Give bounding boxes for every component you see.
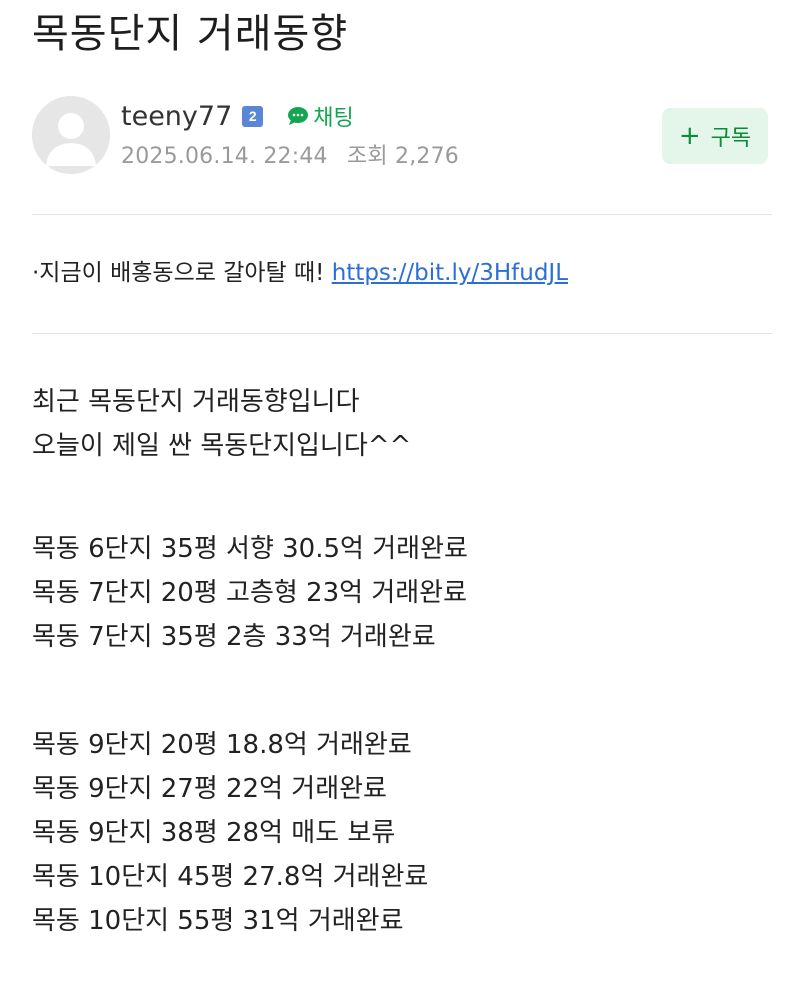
view-count: 조회 2,276 <box>346 144 460 169</box>
level-badge: 2 <box>242 105 264 127</box>
default-profile-icon <box>32 96 110 174</box>
plus-icon: + <box>678 121 701 151</box>
post-body: 최근 목동단지 거래동향입니다 오늘이 제일 싼 목동단지입니다^^ 목동 6단… <box>32 380 772 943</box>
author-bar: teeny77 2 채팅 2025.06.14. 22:44 조회 2,276 … <box>32 96 768 178</box>
body-line: 오늘이 제일 싼 목동단지입니다^^ <box>32 431 412 461</box>
avatar[interactable] <box>32 96 110 174</box>
chat-button[interactable]: 채팅 <box>287 100 354 132</box>
transaction-line: 목동 7단지 35평 2층 33억 거래완료 <box>32 622 436 652</box>
transaction-line: 목동 7단지 20평 고층형 23억 거래완료 <box>32 578 467 608</box>
promo-line: ·지금이 배홍동으로 갈아탈 때! https://bit.ly/3HfudJL <box>32 257 568 289</box>
body-line: 최근 목동단지 거래동향입니다 <box>32 387 360 417</box>
author-nickname[interactable]: teeny77 <box>121 101 232 132</box>
subscribe-button[interactable]: + 구독 <box>662 108 768 164</box>
post-page: 목동단지 거래동향 teeny77 2 채팅 2025.06.14. 22:44… <box>0 0 800 1000</box>
transaction-line: 목동 9단지 20평 18.8억 거래완료 <box>32 730 412 760</box>
transaction-line: 목동 9단지 38평 28억 매도 보류 <box>32 818 396 848</box>
post-date: 2025.06.14. 22:44 <box>121 144 328 169</box>
chat-label: 채팅 <box>313 106 354 131</box>
transaction-line: 목동 6단지 35평 서향 30.5억 거래완료 <box>32 534 468 564</box>
divider <box>32 333 772 334</box>
transaction-line: 목동 10단지 45평 27.8억 거래완료 <box>32 862 429 892</box>
post-meta: 2025.06.14. 22:44 조회 2,276 <box>121 138 459 170</box>
transaction-line: 목동 10단지 55평 31억 거래완료 <box>32 906 404 936</box>
transaction-line: 목동 9단지 27평 22억 거래완료 <box>32 774 387 804</box>
chat-bubble-icon <box>288 107 309 125</box>
subscribe-label: 구독 <box>710 126 752 151</box>
author-name-row: teeny77 2 채팅 <box>121 98 354 134</box>
promo-link[interactable]: https://bit.ly/3HfudJL <box>332 260 568 286</box>
post-title: 목동단지 거래동향 <box>32 11 349 57</box>
promo-text: ·지금이 배홍동으로 갈아탈 때! <box>32 260 332 286</box>
divider <box>32 214 772 215</box>
